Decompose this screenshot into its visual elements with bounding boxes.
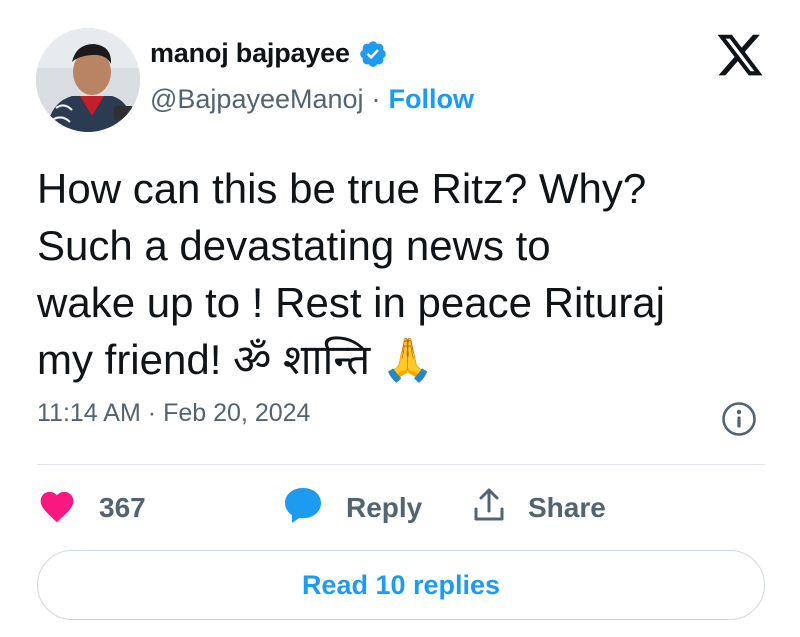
separator-dot: · (371, 84, 381, 114)
info-icon[interactable] (721, 401, 757, 437)
tweet-card: manoj bajpayee @BajpayeeManoj · Follow H… (0, 0, 800, 637)
verified-badge-icon (358, 39, 388, 69)
reply-bubble-icon (282, 485, 324, 532)
follow-button[interactable]: Follow (389, 84, 474, 115)
tweet-text-line: How can this be true Ritz? Why? (37, 165, 647, 212)
like-count: 367 (99, 492, 146, 523)
avatar[interactable] (36, 28, 140, 132)
reply-label: Reply (346, 492, 423, 523)
author-name-row[interactable]: manoj bajpayee (150, 38, 388, 69)
author-handle[interactable]: @BajpayeeManoj (150, 84, 364, 115)
tweet-date[interactable]: Feb 20, 2024 (163, 399, 310, 428)
action-bar: 367 Reply Share (37, 484, 606, 532)
tweet-timestamp[interactable]: 11:14 AM · Feb 20, 2024 (37, 399, 310, 428)
read-replies-button[interactable]: Read 10 replies (37, 550, 765, 620)
tweet-text-line: Such a devastating news to (37, 222, 551, 269)
heart-icon (37, 487, 77, 530)
tweet-text-line: my friend! ॐ शान्ति 🙏 (37, 336, 435, 383)
share-button[interactable]: Share (472, 487, 606, 530)
reply-button[interactable]: Reply (282, 485, 472, 532)
divider (37, 464, 765, 465)
tweet-text-line: wake up to ! Rest in peace Rituraj (37, 279, 665, 326)
author-name[interactable]: manoj bajpayee (150, 38, 350, 69)
like-button[interactable]: 367 (37, 487, 282, 530)
handle-row: @BajpayeeManoj · Follow (150, 84, 474, 115)
tweet-text: How can this be true Ritz? Why? Such a d… (37, 160, 777, 388)
separator-dot: · (147, 399, 157, 427)
share-label: Share (528, 492, 606, 523)
share-icon (472, 487, 506, 530)
x-logo-icon[interactable] (714, 30, 766, 80)
tweet-time[interactable]: 11:14 AM (37, 399, 141, 428)
